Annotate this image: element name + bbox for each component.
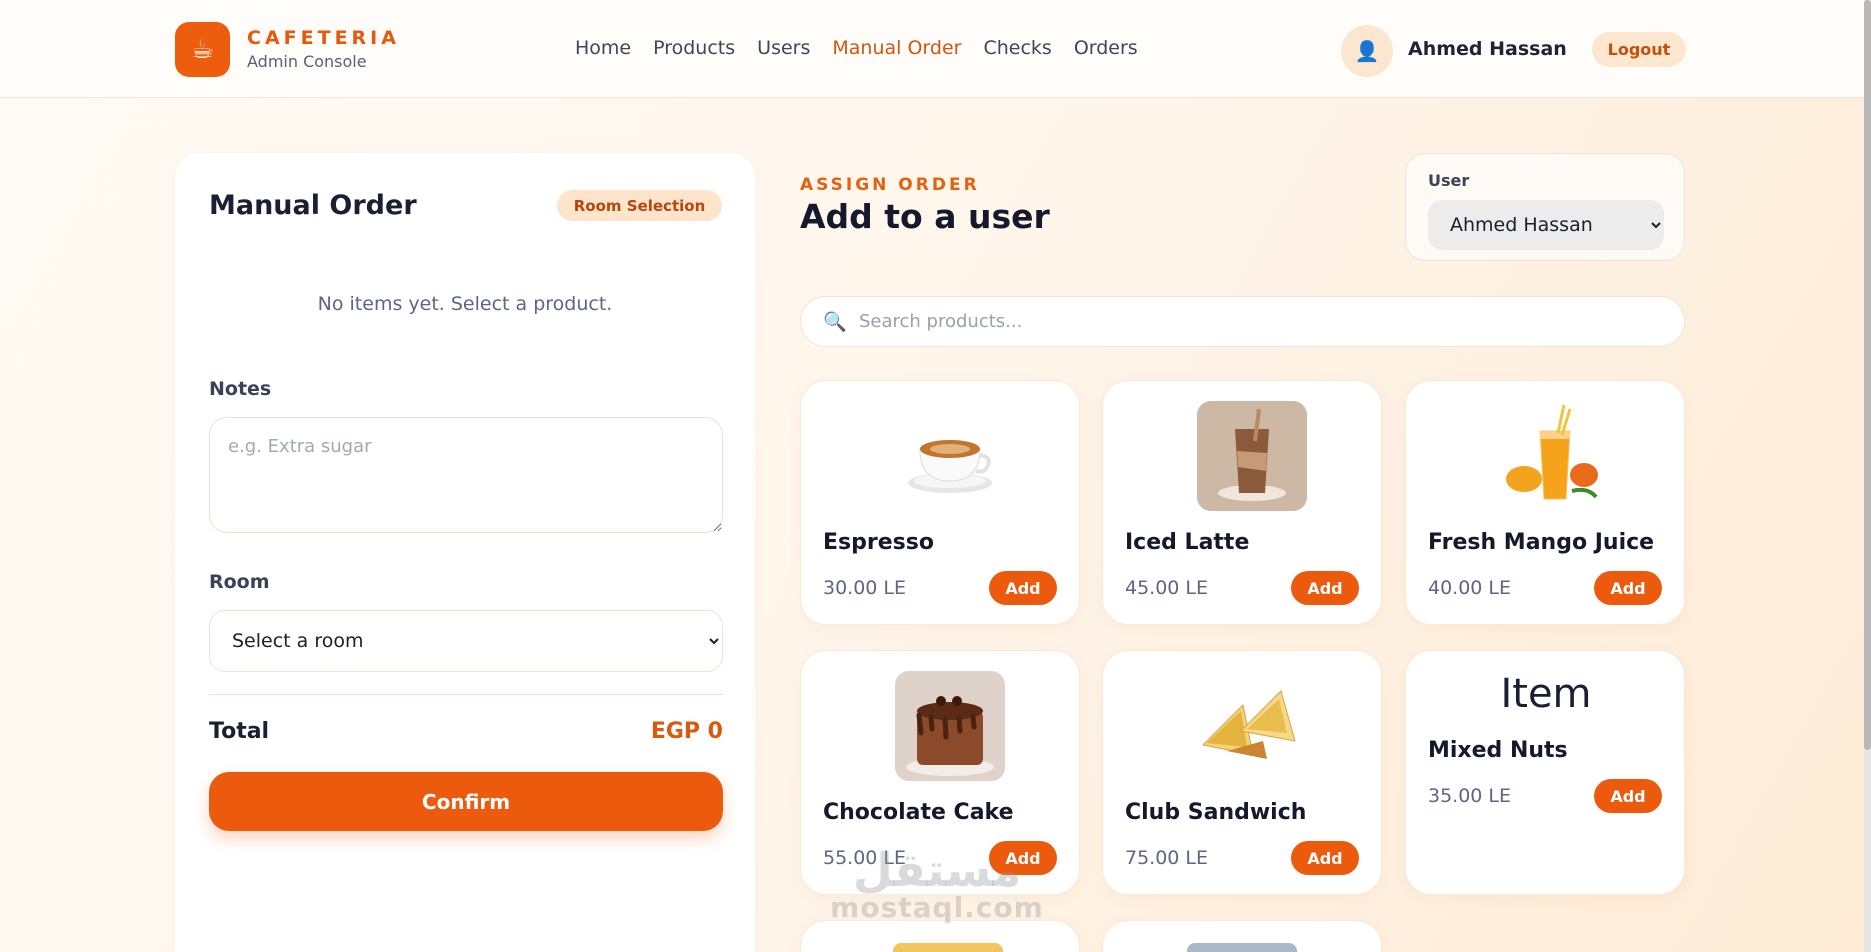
search-input[interactable] [859,297,1659,346]
search-bar: 🔍 [800,296,1685,347]
search-icon: 🔍 [823,311,847,333]
total-label: Total [209,719,270,744]
top-header: ☕ CAFETERIA Admin Console Home Products … [0,0,1864,98]
total-value: EGP 0 [650,719,723,744]
user-label: User [1428,171,1470,190]
product-card[interactable]: Espresso 30.00 LE Add [800,380,1080,625]
product-card[interactable]: Item Mixed Nuts 35.00 LE Add [1405,650,1685,895]
nav-orders[interactable]: Orders [1074,37,1138,59]
product-card[interactable]: Club Sandwich 75.00 LE Add [1102,650,1382,895]
logout-button[interactable]: Logout [1592,32,1686,67]
coffee-logo-icon: ☕ [175,22,230,77]
notes-label: Notes [209,378,272,400]
chocolate-cake-image [895,671,1005,781]
nav-products[interactable]: Products [653,37,735,59]
coffee-cup-image [895,401,1005,511]
nav-manual-order[interactable]: Manual Order [832,37,961,59]
empty-cart-message: No items yet. Select a product. [317,293,613,315]
room-select[interactable]: Select a room [209,610,723,672]
product-name: Espresso [823,530,934,555]
product-price: 75.00 LE [1125,847,1209,869]
room-selection-badge: Room Selection [557,190,722,221]
nav-home[interactable]: Home [575,37,631,59]
product-name: Chocolate Cake [823,800,1014,825]
page-scrollbar[interactable] [1864,0,1871,952]
scrollbar-thumb[interactable] [1864,0,1871,750]
product-card[interactable]: Fresh Mango Juice 40.00 LE Add [1405,380,1685,625]
current-user-name: Ahmed Hassan [1408,38,1567,60]
sandwich-image [1197,671,1307,781]
watermark: مستقل mostaql.com [822,843,1052,924]
brand-subtitle: Admin Console [247,52,367,71]
divider [209,694,723,695]
product-card[interactable] [1102,920,1382,952]
nav-users[interactable]: Users [757,37,810,59]
nav-checks[interactable]: Checks [983,37,1051,59]
watermark-arabic: مستقل [852,843,1022,897]
add-button[interactable]: Add [989,571,1057,605]
product-price: 35.00 LE [1428,785,1512,807]
assign-eyebrow: ASSIGN ORDER [800,175,980,195]
user-picker: User Ahmed Hassan [1405,153,1685,261]
room-label: Room [209,571,270,593]
mango-juice-image [1500,401,1610,511]
user-select[interactable]: Ahmed Hassan [1428,200,1664,250]
main-nav: Home Products Users Manual Order Checks … [575,37,1160,59]
product-name: Mixed Nuts [1428,738,1568,763]
product-name: Iced Latte [1125,530,1250,555]
product-price: 45.00 LE [1125,577,1209,599]
product-image-partial [1187,943,1297,952]
panel-title: Manual Order [209,190,417,221]
confirm-button[interactable]: Confirm [209,772,723,831]
image-placeholder-text: Item [1500,671,1592,717]
notes-textarea[interactable] [209,417,723,533]
product-name: Fresh Mango Juice [1428,530,1655,555]
iced-latte-image [1197,401,1307,511]
product-image-partial [893,943,1003,952]
add-button[interactable]: Add [1594,571,1662,605]
manual-order-panel: Manual Order Room Selection No items yet… [175,153,755,952]
add-button[interactable]: Add [1291,841,1359,875]
product-card[interactable]: Iced Latte 45.00 LE Add [1102,380,1382,625]
product-card[interactable] [800,920,1080,952]
add-button[interactable]: Add [1594,779,1662,813]
assign-title: Add to a user [800,197,1050,236]
product-price: 30.00 LE [823,577,907,599]
brand-title: CAFETERIA [247,27,400,49]
user-avatar-icon[interactable]: 👤 [1341,25,1393,77]
add-button[interactable]: Add [1291,571,1359,605]
product-name: Club Sandwich [1125,800,1307,825]
watermark-latin: mostaql.com [830,891,1044,924]
product-price: 40.00 LE [1428,577,1512,599]
